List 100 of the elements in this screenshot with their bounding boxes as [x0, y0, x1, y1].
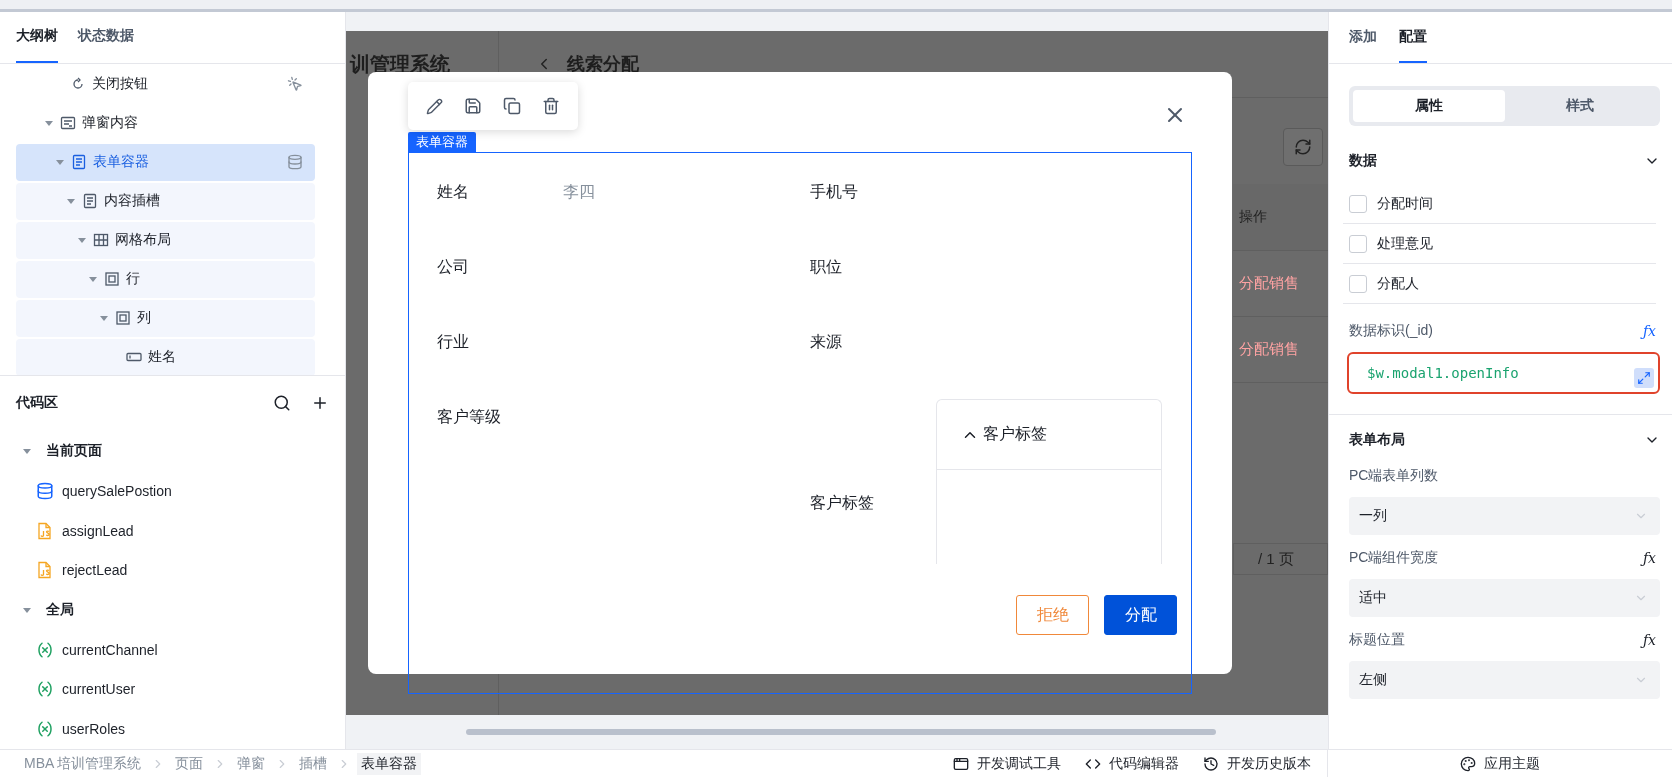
status-tool-button[interactable]: 开发历史版本 [1203, 754, 1311, 773]
window-icon [953, 755, 969, 772]
segment-tab[interactable]: 属性 [1353, 90, 1505, 122]
checkbox-label: 分配人 [1377, 274, 1419, 293]
group-label: 全局 [46, 600, 74, 619]
formula-button[interactable]: ƒx [1642, 632, 1656, 648]
field-label: 公司 [437, 257, 470, 277]
field-label: 姓名 [437, 182, 470, 202]
code-item-label: rejectLead [62, 562, 128, 579]
field-label: PC端表单列数 [1349, 467, 1439, 485]
code-item-label: userRoles [62, 721, 126, 738]
refresh-icon [1294, 138, 1312, 156]
code-item-label: querySalePostion [62, 482, 172, 499]
section-header[interactable]: 表单布局 [1329, 417, 1672, 463]
expand-icon[interactable] [1634, 368, 1654, 388]
panel-icon [60, 115, 76, 132]
field-label: 客户标签 [810, 493, 875, 513]
field-label: 来源 [810, 332, 843, 352]
variable-icon [36, 720, 54, 739]
status-tool-button[interactable]: 代码编辑器 [1085, 754, 1179, 773]
square-icon [104, 271, 120, 288]
section-title: 数据 [1349, 152, 1377, 170]
code-item[interactable]: currentChannel [0, 629, 345, 670]
checkbox[interactable] [1349, 274, 1367, 293]
tree-item[interactable]: 列 [16, 299, 315, 337]
copy-icon[interactable] [502, 97, 521, 115]
edit-icon[interactable] [426, 97, 444, 115]
code-item[interactable]: assignLead [0, 510, 345, 551]
code-item-label: currentUser [62, 681, 136, 698]
tree-item[interactable]: 关闭按钮 [16, 65, 315, 103]
assign-button[interactable]: 分配 [1104, 595, 1177, 635]
tree-item[interactable]: 弹窗内容 [16, 104, 315, 142]
tree-item-label: 网格布局 [115, 231, 171, 250]
segment-tab[interactable]: 样式 [1504, 90, 1656, 122]
breadcrumb-link[interactable]: 表单容器 [357, 752, 422, 775]
formula-button[interactable]: ƒx [1642, 550, 1656, 566]
tree-item[interactable]: 表单容器 [16, 143, 315, 181]
selection-tag: 表单容器 [408, 132, 476, 152]
panel-tab[interactable]: 添加 [1349, 12, 1377, 63]
section-header[interactable]: 数据 [1329, 138, 1672, 184]
text-input[interactable]: 李四 [563, 182, 763, 202]
palette-icon [1460, 755, 1476, 772]
panel-tab[interactable]: 大纲树 [16, 12, 58, 63]
square-icon [115, 310, 131, 327]
tree-item-label: 列 [137, 309, 151, 328]
page-title: 线索分配 [567, 53, 639, 76]
database-icon [36, 481, 54, 500]
code-group[interactable]: 全局 [0, 590, 345, 630]
field-label: 行业 [437, 332, 470, 352]
pager-text: / 1 页 [1233, 543, 1328, 575]
select-field[interactable]: 左侧 [1349, 661, 1660, 699]
form-icon [82, 193, 98, 210]
field-label: 标题位置 [1349, 631, 1405, 649]
field-label: 客户等级 [437, 407, 502, 427]
checkbox-label: 处理意见 [1377, 234, 1433, 253]
tree-item[interactable]: 行 [16, 260, 315, 298]
card-title: 客户标签 [983, 424, 1047, 444]
field-label: 数据标识(_id) [1349, 322, 1433, 340]
tree-item-label: 弹窗内容 [82, 114, 138, 133]
checkbox-label: 分配时间 [1377, 194, 1433, 213]
search-icon[interactable] [273, 394, 291, 413]
code-item[interactable]: currentUser [0, 669, 345, 710]
field-label: 手机号 [810, 182, 859, 202]
section-title: 表单布局 [1349, 431, 1405, 449]
panel-tab[interactable]: 配置 [1399, 12, 1427, 63]
tree-item[interactable]: 网格布局 [16, 221, 315, 259]
tree-item[interactable]: 姓名 [16, 338, 315, 375]
variable-icon [36, 640, 54, 659]
formula-button[interactable]: ƒx [1642, 323, 1656, 339]
group-label: 当前页面 [46, 442, 102, 461]
scrollbar[interactable] [466, 729, 1216, 735]
checkbox[interactable] [1349, 194, 1367, 213]
code-item-label: currentChannel [62, 641, 158, 658]
script-file-icon [36, 521, 54, 540]
theme-button[interactable]: 应用主题 [1460, 754, 1540, 773]
status-tool-button[interactable]: 开发调试工具 [953, 754, 1061, 773]
form-icon [71, 154, 87, 171]
script-file-icon [36, 561, 54, 580]
save-icon[interactable] [464, 97, 483, 115]
field-label: PC端组件宽度 [1349, 549, 1439, 567]
panel-tab[interactable]: 状态数据 [78, 12, 134, 63]
delete-icon[interactable] [541, 97, 560, 115]
tree-item[interactable]: 内容插槽 [16, 182, 315, 220]
history-icon [1203, 755, 1219, 772]
tree-item-label: 内容插槽 [104, 192, 160, 211]
code-group[interactable]: 当前页面 [0, 431, 345, 471]
refresh-button[interactable] [1283, 128, 1323, 166]
code-item[interactable]: userRoles [0, 709, 345, 750]
tree-item-label: 关闭按钮 [92, 75, 148, 94]
select-field[interactable]: 一列 [1349, 497, 1660, 535]
select-field[interactable]: 适中 [1349, 579, 1660, 617]
code-item[interactable]: rejectLead [0, 550, 345, 591]
tree-item-label: 表单容器 [93, 153, 149, 172]
breadcrumb-link[interactable]: 弹窗 [233, 752, 270, 775]
section-title: 代码区 [16, 394, 59, 413]
variable-icon [36, 680, 54, 699]
code-item-label: assignLead [62, 522, 134, 539]
checkbox[interactable] [1349, 234, 1367, 253]
code-item[interactable]: querySalePostion [0, 470, 345, 511]
grid-icon [93, 232, 109, 249]
